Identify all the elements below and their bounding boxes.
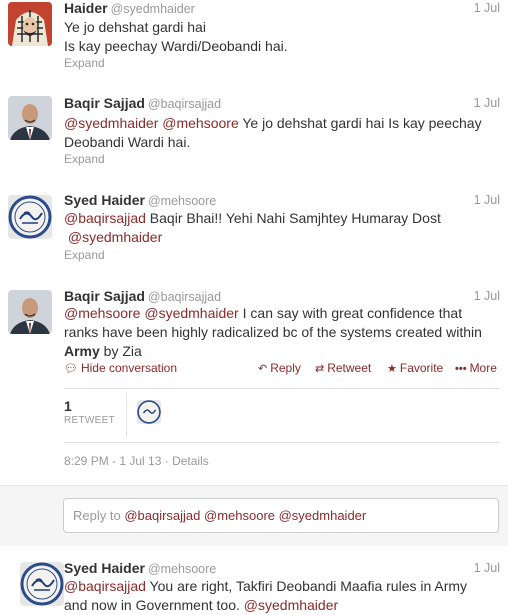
tweet-text-line: ranks have been highly radicalized bc of… [64, 324, 482, 340]
expand-link[interactable]: Expand [64, 248, 105, 262]
author-handle[interactable]: @baqirsajjad [148, 97, 221, 111]
tweet-3[interactable]: Syed Haider @mehsoore 1 Jul @baqirsajjad … [0, 180, 508, 273]
expand-link[interactable]: Expand [64, 152, 105, 166]
author-name[interactable]: Syed Haider [64, 560, 145, 576]
mention-link[interactable]: @syedmhaider [64, 115, 158, 131]
tweet-text-line: Ye jo dehshat gardi hai [64, 19, 206, 35]
mention-link[interactable]: @mehsoore [64, 305, 140, 321]
hide-conversation-link[interactable]: 💬︎ Hide conversation [64, 361, 177, 375]
divider [126, 393, 127, 437]
hide-label: Hide conversation [80, 361, 178, 375]
reply-mentions: @baqirsajjad @mehsoore @syedmhaider [124, 508, 367, 523]
tweet-text-segment: Ye jo dehshat gardi hai Is kay peechay [238, 115, 482, 131]
tweet-text: Ye jo dehshat gardi hai Is kay peechay W… [64, 18, 500, 56]
tweet-text: @baqirsajjad You are right, Takfiri Deob… [64, 577, 500, 615]
retweeter-avatar[interactable] [137, 400, 161, 424]
mention-link[interactable]: @mehsoore [162, 115, 238, 131]
retweet-label: Retweet [327, 361, 372, 375]
avatar[interactable] [8, 96, 52, 140]
tweet-header: Baqir Sajjad @baqirsajjad [64, 95, 500, 113]
tweet-text-line: Deobandi Wardi hai. [64, 134, 191, 150]
author-handle[interactable]: @mehsoore [148, 562, 216, 576]
avatar[interactable] [8, 2, 52, 46]
author-handle[interactable]: @mehsoore [148, 194, 216, 208]
more-label: More [469, 361, 497, 375]
tweet-1[interactable]: Haider @syedmhaider 1 Jul Ye jo dehshat g… [0, 0, 508, 84]
tweet-time[interactable]: 1 Jul [474, 561, 500, 575]
author-handle[interactable]: @baqirsajjad [148, 290, 221, 304]
tweet-header: Syed Haider @mehsoore [64, 192, 500, 210]
author-name[interactable]: Baqir Sajjad [64, 95, 145, 111]
favorite-button[interactable]: ★ Favorite [387, 361, 443, 375]
tweet-time[interactable]: 1 Jul [474, 1, 500, 15]
retweet-count[interactable]: 1 [64, 398, 72, 414]
reply-arrow-icon: ↶ [258, 363, 268, 375]
star-icon: ★ [387, 363, 397, 375]
mention-link[interactable]: @syedmhaider [68, 229, 162, 245]
divider [64, 442, 500, 443]
reply-placeholder: Reply to [73, 508, 125, 523]
mention-link[interactable]: @syedmhaider [244, 597, 338, 613]
tweet-text-segment: Baqir Bhai!! Yehi Nahi Samjhtey Humaray … [145, 210, 441, 226]
reply-button[interactable]: ↶ Reply [258, 361, 301, 375]
ellipsis-icon: ••• [455, 363, 467, 375]
tweet-text: @syedmhaider @mehsoore Ye jo dehshat gar… [64, 114, 500, 152]
tweet-text-segment: You are right, Takfiri Deobandi Maafia r… [145, 578, 468, 594]
retweet-count-label[interactable]: RETWEET [64, 415, 115, 426]
tweet-text-line: Is kay peechay Wardi/Deobandi hai. [64, 38, 288, 54]
timestamp-link[interactable]: 8:29 PM - 1 Jul 13 [64, 454, 161, 468]
author-name[interactable]: Syed Haider [64, 192, 145, 208]
tweet-header: Haider @syedmhaider [64, 0, 500, 18]
tweet-timestamp-row: 8:29 PM - 1 Jul 13 · Details [64, 454, 209, 468]
mention-link[interactable]: @baqirsajjad [64, 210, 146, 226]
tweet-header: Syed Haider @mehsoore [64, 560, 500, 578]
retweet-icon: ⇄ [315, 363, 325, 375]
avatar[interactable] [8, 290, 52, 334]
mention-link[interactable]: @syedmhaider [144, 305, 238, 321]
tweet-text: @baqirsajjad Baqir Bhai!! Yehi Nahi Samj… [64, 209, 500, 247]
author-handle[interactable]: @syedmhaider [111, 2, 195, 16]
avatar[interactable] [8, 195, 52, 239]
tweet-text-segment: I can say with great confidence that [238, 305, 463, 321]
reply-label: Reply [270, 361, 301, 375]
author-name[interactable]: Baqir Sajjad [64, 288, 145, 304]
expand-link[interactable]: Expand [64, 56, 105, 70]
retweet-button[interactable]: ⇄ Retweet [315, 361, 371, 375]
tweet-text-segment: by Zia [99, 343, 142, 359]
details-link[interactable]: Details [172, 454, 209, 468]
tweet-time[interactable]: 1 Jul [474, 96, 500, 110]
author-name[interactable]: Haider [64, 0, 108, 16]
avatar[interactable] [20, 562, 64, 606]
favorite-label: Favorite [399, 361, 444, 375]
tweet-2[interactable]: Baqir Sajjad @baqirsajjad 1 Jul @syedmhai… [0, 83, 508, 181]
tweet-time[interactable]: 1 Jul [474, 193, 500, 207]
tweet-time[interactable]: 1 Jul [474, 289, 500, 303]
tweet-text-segment: and now in Government too. [64, 597, 240, 613]
tweet-5[interactable]: Syed Haider @mehsoore 1 Jul @baqirsajjad … [0, 546, 508, 613]
reply-input[interactable]: Reply to @baqirsajjad @mehsoore @syedmha… [63, 498, 499, 533]
hashtag-army[interactable]: Army [64, 343, 100, 359]
speech-bubble-icon: 💬︎ [64, 363, 78, 375]
mention-link[interactable]: @baqirsajjad [64, 578, 146, 594]
divider [64, 388, 500, 389]
more-button[interactable]: ••• More [455, 361, 497, 375]
tweet-text: @mehsoore @syedmhaider I can say with gr… [64, 304, 500, 361]
